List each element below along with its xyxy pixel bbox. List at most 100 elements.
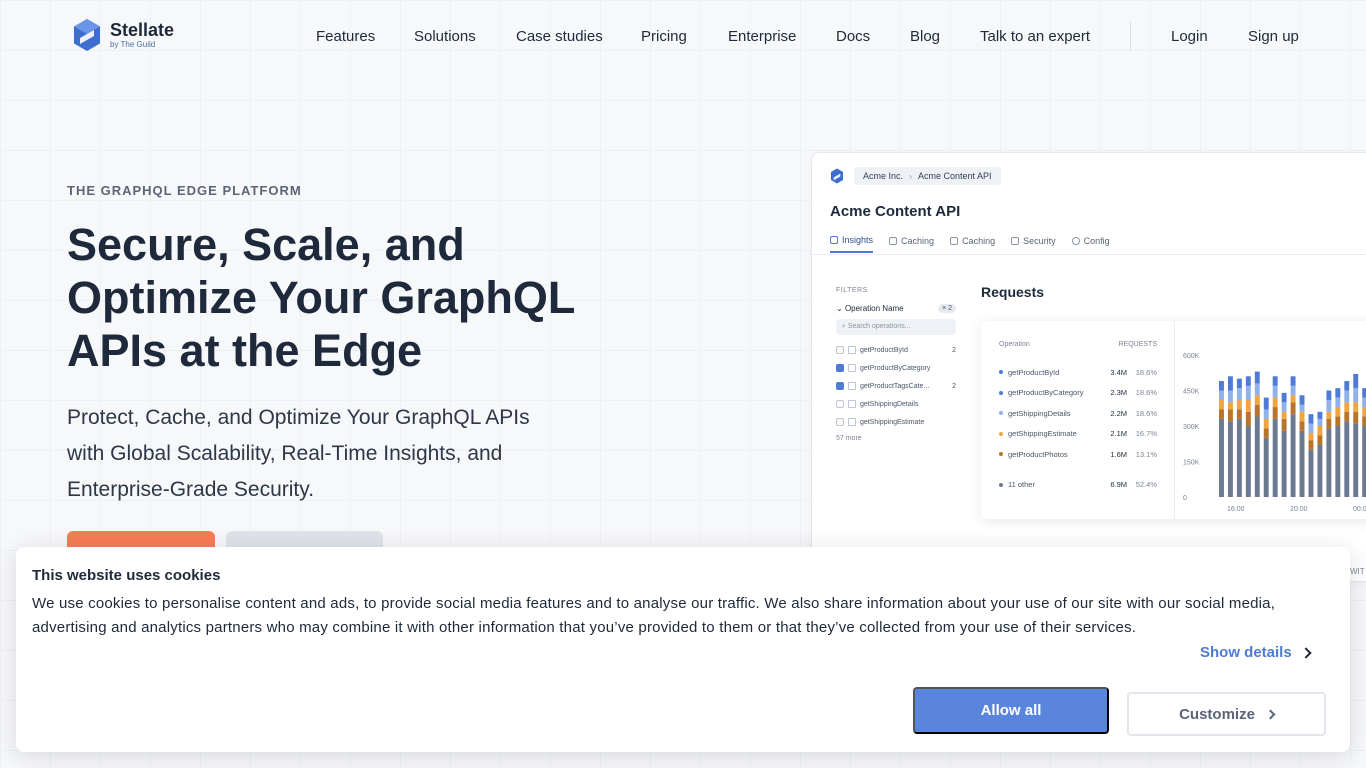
y-tick-label: 150K	[1183, 460, 1200, 467]
nav-blog[interactable]: Blog	[910, 28, 940, 45]
bar-segment	[1362, 416, 1366, 426]
checkbox[interactable]	[836, 400, 844, 408]
bar-segment	[1362, 426, 1366, 497]
table-row[interactable]: 11 other 6.9M 52.4%	[999, 475, 1157, 496]
chevron-right-icon	[1265, 709, 1276, 719]
table-row[interactable]: getShippingEstimate 2.1M 16.7%	[999, 424, 1157, 445]
bar-segment	[1317, 444, 1323, 497]
bar-segment	[1236, 399, 1242, 410]
bar-segment	[1299, 395, 1305, 405]
operation-search-input[interactable]: ⌕ Search operations...	[836, 319, 956, 335]
col-requests: REQUESTS	[1118, 341, 1157, 348]
bar-segment	[1308, 440, 1314, 450]
checkbox[interactable]	[836, 418, 844, 426]
checkbox[interactable]	[836, 364, 844, 372]
stellate-small-logo-icon	[830, 168, 844, 184]
bar-segment	[1353, 423, 1359, 497]
nav-solutions[interactable]: Solutions	[414, 28, 476, 45]
card-divider	[1174, 321, 1175, 519]
checkbox[interactable]	[836, 346, 844, 354]
signup-link[interactable]: Sign up	[1248, 28, 1299, 45]
filter-item[interactable]: getShippingDetails	[836, 395, 956, 413]
nav-talk-to-expert[interactable]: Talk to an expert	[980, 28, 1090, 45]
requests-table-header: Operation REQUESTS	[999, 341, 1157, 348]
filters-title: FILTERS	[836, 287, 868, 294]
row-requests: 2.1M	[1110, 429, 1127, 439]
bar-segment	[1219, 390, 1224, 400]
filters-panel: FILTERS ⌄ Operation Name × 2 ⌕ Search op…	[836, 287, 956, 442]
tab-caching-2[interactable]: Caching	[950, 235, 995, 253]
table-row[interactable]: getProductById 3.4M 18.6%	[999, 362, 1157, 383]
filter-item-label: getProductById	[860, 346, 908, 354]
bar-segment	[1317, 411, 1323, 419]
bar-segment	[1326, 399, 1332, 412]
bar-segment	[1219, 409, 1224, 419]
show-details-link[interactable]: Show details	[1200, 644, 1312, 661]
row-operation: 11 other	[1008, 480, 1035, 490]
bar-segment	[1317, 418, 1323, 426]
bar-segment	[1344, 402, 1350, 412]
requests-rows: getProductById 3.4M 18.6% getProductByCateg…	[999, 362, 1157, 495]
nav-pricing[interactable]: Pricing	[641, 28, 687, 45]
table-row[interactable]: getProductPhotos 1.6M 13.1%	[999, 444, 1157, 465]
breadcrumb-api[interactable]: Acme Content API	[918, 171, 992, 181]
query-icon	[848, 346, 856, 354]
tab-security[interactable]: Security	[1011, 235, 1056, 253]
series-dot-icon	[999, 452, 1003, 457]
row-percent: 18.6%	[1135, 408, 1157, 418]
query-icon	[848, 400, 856, 408]
bar-segment	[1290, 414, 1296, 497]
filter-item[interactable]: getProductByCategory	[836, 359, 956, 377]
checkbox[interactable]	[836, 382, 844, 390]
bar-segment	[1245, 399, 1251, 412]
dashboard-tabs: Insights Caching Caching Security Config	[830, 235, 1110, 253]
table-row[interactable]: getShippingDetails 2.2M 18.6%	[999, 403, 1157, 424]
table-row[interactable]: getProductByCategory 2.3M 18.6%	[999, 383, 1157, 404]
nav-docs[interactable]: Docs	[836, 28, 870, 45]
more-link[interactable]: 57 more	[836, 435, 956, 442]
bar-segment	[1254, 383, 1260, 396]
tab-caching[interactable]: Caching	[889, 235, 934, 253]
y-tick-label: 450K	[1183, 389, 1200, 396]
bar-segment	[1344, 421, 1350, 497]
customize-button[interactable]: Customize	[1127, 692, 1326, 736]
bar-segment	[1290, 402, 1296, 415]
filter-count-badge[interactable]: × 2	[938, 304, 956, 313]
operation-name-filter[interactable]: ⌄ Operation Name × 2	[836, 304, 956, 313]
bar-segment	[1362, 388, 1366, 398]
nav-case-studies[interactable]: Case studies	[516, 28, 603, 45]
tab-insights[interactable]: Insights	[830, 235, 874, 253]
bar-segment	[1281, 411, 1287, 419]
gear-icon	[1071, 237, 1080, 245]
query-icon	[848, 418, 856, 426]
database-icon	[889, 237, 898, 245]
nav-features[interactable]: Features	[316, 28, 375, 45]
bar-segment	[1308, 449, 1314, 497]
breadcrumb-org[interactable]: Acme Inc.	[863, 171, 903, 181]
series-dot-icon	[999, 482, 1003, 487]
bar-segment	[1245, 385, 1251, 400]
bar-segment	[1236, 378, 1242, 389]
tab-config[interactable]: Config	[1071, 235, 1110, 253]
x-tick-label: 16:00	[1227, 506, 1245, 511]
query-icon	[848, 364, 856, 372]
filter-item[interactable]: getProductById 2	[836, 341, 956, 359]
filter-item-count: 2	[952, 382, 956, 390]
logo[interactable]: Stellate by The Guild	[72, 18, 174, 52]
bar-segment	[1326, 418, 1332, 429]
chevron-right-icon: ›	[909, 171, 913, 181]
filter-item[interactable]: getShippingEstimate	[836, 413, 956, 431]
hero-eyebrow: THE GRAPHQL EDGE PLATFORM	[67, 183, 302, 198]
row-operation: getShippingDetails	[1008, 408, 1071, 418]
bar-segment	[1227, 376, 1233, 391]
login-link[interactable]: Login	[1171, 28, 1208, 45]
bar-segment	[1272, 407, 1278, 419]
nav-enterprise[interactable]: Enterprise	[728, 28, 796, 45]
bar-segment	[1353, 388, 1359, 403]
allow-all-button[interactable]: Allow all	[913, 687, 1109, 734]
filter-item[interactable]: getProductTagsCate... 2	[836, 377, 956, 395]
hero-subhead: Protect, Cache, and Optimize Your GraphQ…	[67, 406, 530, 501]
bar-segment	[1344, 381, 1350, 391]
col-operation: Operation	[999, 341, 1030, 348]
filter-item-label: getShippingEstimate	[860, 418, 925, 426]
